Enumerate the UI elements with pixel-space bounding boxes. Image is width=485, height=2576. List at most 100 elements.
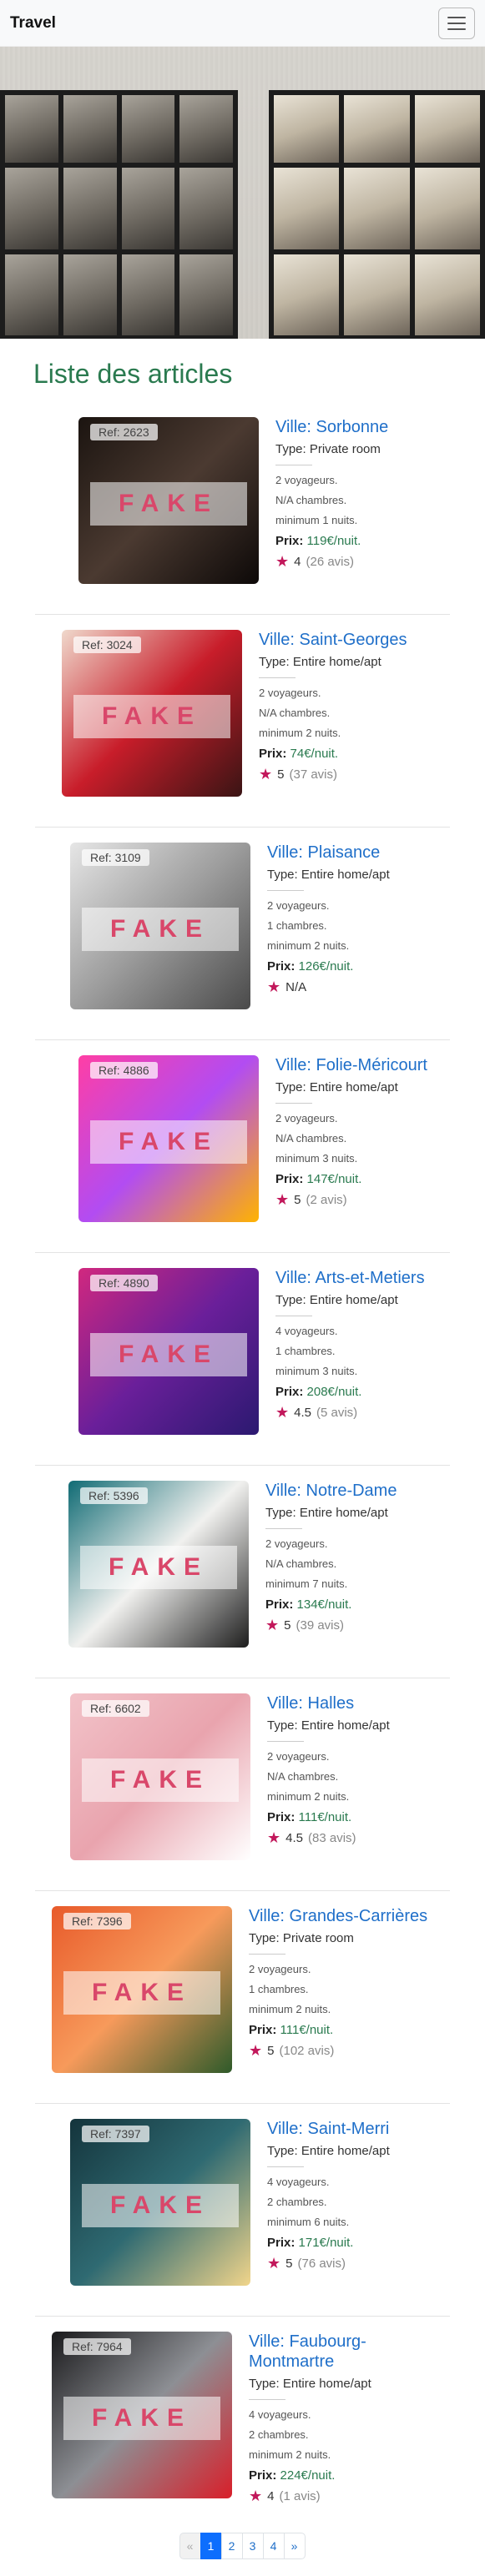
rooms-count: 1 chambres. (249, 1983, 309, 1995)
article-thumbnail[interactable]: Ref: 2623 FAKE (78, 417, 259, 584)
pagination-next-button[interactable]: » (283, 2533, 306, 2559)
article-city-link[interactable]: Ville: Sorbonne (275, 417, 388, 437)
rating: ★ 4.5 (5 avis) (275, 1404, 425, 1421)
fake-watermark: FAKE (63, 2397, 220, 2440)
article-city-link[interactable]: Ville: Halles (267, 1693, 390, 1713)
article-city-link[interactable]: Ville: Faubourg-Montmartre (249, 2332, 450, 2372)
hamburger-icon (447, 28, 466, 30)
price-amount: 119€/nuit. (306, 534, 361, 548)
review-count: (37 avis) (289, 767, 338, 782)
rating-value: N/A (285, 980, 307, 994)
price-amount: 147€/nuit. (306, 1172, 362, 1186)
article-info: Ville: Grandes-Carrières Type: Private r… (232, 1906, 427, 2086)
price: Prix: 74€/nuit. (259, 747, 407, 761)
minimum-nights: minimum 7 nuits. (265, 1577, 348, 1590)
divider (259, 677, 296, 678)
article-thumbnail[interactable]: Ref: 3024 FAKE (62, 630, 242, 797)
reference-badge: Ref: 3024 (73, 636, 141, 653)
review-count: (102 avis) (279, 2044, 335, 2058)
article-thumbnail[interactable]: Ref: 7396 FAKE (52, 1906, 232, 2073)
article-card[interactable]: Ref: 3109 FAKE Ville: Plaisance Type: En… (35, 828, 450, 1040)
pagination-page-2[interactable]: 2 (220, 2533, 243, 2559)
divider (267, 1741, 304, 1742)
fake-watermark: FAKE (90, 1120, 247, 1164)
article-city-link[interactable]: Ville: Arts-et-Metiers (275, 1268, 425, 1288)
divider (275, 1103, 312, 1104)
article-card[interactable]: Ref: 6602 FAKE Ville: Halles Type: Entir… (35, 1678, 450, 1891)
reference-badge: Ref: 4890 (90, 1275, 158, 1291)
pagination-page-3[interactable]: 3 (241, 2533, 264, 2559)
travelers-count: 2 voyageurs. (267, 899, 330, 912)
price-amount: 134€/nuit. (296, 1597, 352, 1612)
article-type: Type: Entire home/apt (267, 1718, 390, 1733)
rating-value: 4 (267, 2489, 275, 2503)
price-amount: 74€/nuit. (290, 747, 339, 761)
article-info: Ville: Saint-Merri Type: Entire home/apt… (250, 2119, 390, 2299)
article-city-link[interactable]: Ville: Grandes-Carrières (249, 1906, 427, 1926)
menu-toggle-button[interactable] (438, 7, 475, 39)
hero-image (0, 47, 485, 339)
article-info: Ville: Arts-et-Metiers Type: Entire home… (259, 1268, 425, 1448)
reference-badge: Ref: 6602 (82, 1700, 149, 1717)
article-city-link[interactable]: Ville: Saint-Georges (259, 630, 407, 650)
article-thumbnail[interactable]: Ref: 5396 FAKE (68, 1481, 249, 1648)
pagination-page-1[interactable]: 1 (200, 2533, 222, 2559)
fake-watermark: FAKE (82, 2184, 239, 2227)
price-label: Prix: (249, 2468, 277, 2483)
rooms-count: N/A chambres. (275, 494, 347, 506)
price-amount: 111€/nuit. (298, 1810, 352, 1824)
divider (267, 890, 304, 891)
article-thumbnail[interactable]: Ref: 7964 FAKE (52, 2332, 232, 2498)
article-card[interactable]: Ref: 7964 FAKE Ville: Faubourg-Montmartr… (35, 2317, 450, 2529)
review-count: (39 avis) (296, 1618, 345, 1633)
brand-logo[interactable]: Travel (10, 14, 56, 33)
review-count: (83 avis) (308, 1831, 356, 1845)
article-card[interactable]: Ref: 2623 FAKE Ville: Sorbonne Type: Pri… (35, 402, 450, 615)
article-city-link[interactable]: Ville: Folie-Méricourt (275, 1055, 427, 1075)
review-count: (5 avis) (316, 1406, 358, 1420)
article-card[interactable]: Ref: 4886 FAKE Ville: Folie-Méricourt Ty… (35, 1040, 450, 1253)
minimum-nights: minimum 3 nuits. (275, 1365, 358, 1377)
divider (249, 2399, 285, 2400)
minimum-nights: minimum 2 nuits. (267, 1790, 350, 1803)
rating: ★ 5 (2 avis) (275, 1191, 427, 1209)
price-label: Prix: (275, 1172, 304, 1186)
hamburger-icon (447, 16, 466, 18)
article-info: Ville: Faubourg-Montmartre Type: Entire … (232, 2332, 450, 2513)
pagination: «1 2 3 4» (0, 2533, 485, 2574)
rooms-count: N/A chambres. (275, 1132, 347, 1145)
article-card[interactable]: Ref: 4890 FAKE Ville: Arts-et-Metiers Ty… (35, 1253, 450, 1466)
article-thumbnail[interactable]: Ref: 4890 FAKE (78, 1268, 259, 1435)
star-icon: ★ (267, 2255, 281, 2272)
article-card[interactable]: Ref: 3024 FAKE Ville: Saint-Georges Type… (35, 615, 450, 828)
article-thumbnail[interactable]: Ref: 4886 FAKE (78, 1055, 259, 1222)
price-amount: 111€/nuit. (280, 2023, 334, 2037)
travelers-count: 4 voyageurs. (275, 1325, 338, 1337)
price: Prix: 147€/nuit. (275, 1172, 427, 1186)
rating-value: 5 (284, 1618, 291, 1633)
star-icon: ★ (275, 1404, 290, 1421)
minimum-nights: minimum 1 nuits. (275, 514, 358, 526)
price: Prix: 224€/nuit. (249, 2468, 450, 2483)
article-city-link[interactable]: Ville: Notre-Dame (265, 1481, 397, 1501)
article-city-link[interactable]: Ville: Plaisance (267, 843, 390, 863)
pagination-prev-button[interactable]: « (179, 2533, 201, 2559)
article-card[interactable]: Ref: 7397 FAKE Ville: Saint-Merri Type: … (35, 2104, 450, 2317)
rating-value: 4 (294, 555, 301, 569)
rating: ★ 5 (37 avis) (259, 766, 407, 783)
article-thumbnail[interactable]: Ref: 6602 FAKE (70, 1693, 250, 1860)
article-card[interactable]: Ref: 5396 FAKE Ville: Notre-Dame Type: E… (35, 1466, 450, 1678)
pagination-page-4[interactable]: 4 (262, 2533, 285, 2559)
fake-watermark: FAKE (82, 908, 239, 951)
article-city-link[interactable]: Ville: Saint-Merri (267, 2119, 390, 2139)
price-amount: 126€/nuit. (298, 959, 354, 974)
fake-watermark: FAKE (90, 1333, 247, 1376)
rating: ★ 5 (102 avis) (249, 2042, 427, 2060)
reference-badge: Ref: 7964 (63, 2338, 131, 2355)
fake-watermark: FAKE (90, 482, 247, 526)
article-card[interactable]: Ref: 7396 FAKE Ville: Grandes-Carrières … (35, 1891, 450, 2104)
article-thumbnail[interactable]: Ref: 7397 FAKE (70, 2119, 250, 2286)
article-thumbnail[interactable]: Ref: 3109 FAKE (70, 843, 250, 1009)
travelers-count: 4 voyageurs. (267, 2176, 330, 2188)
rating: ★ 5 (39 avis) (265, 1617, 397, 1634)
